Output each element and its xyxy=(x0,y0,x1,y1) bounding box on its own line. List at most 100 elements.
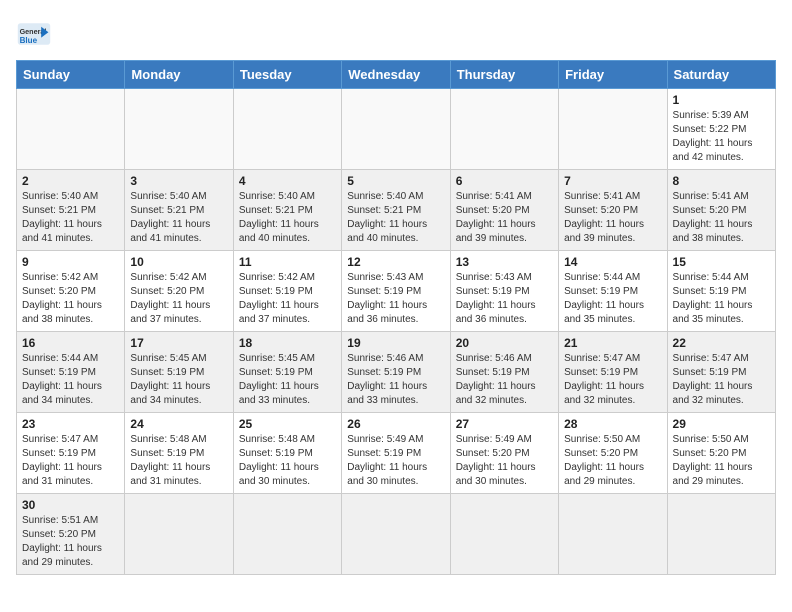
day-info: Sunrise: 5:46 AM Sunset: 5:19 PM Dayligh… xyxy=(456,352,553,408)
day-number: 8 xyxy=(673,174,770,188)
calendar-cell: 22Sunrise: 5:47 AM Sunset: 5:19 PM Dayli… xyxy=(667,332,775,413)
day-header-sunday: Sunday xyxy=(17,61,125,89)
day-info: Sunrise: 5:47 AM Sunset: 5:19 PM Dayligh… xyxy=(22,433,119,489)
day-info: Sunrise: 5:47 AM Sunset: 5:19 PM Dayligh… xyxy=(564,352,661,408)
calendar-table: SundayMondayTuesdayWednesdayThursdayFrid… xyxy=(16,60,776,575)
day-info: Sunrise: 5:49 AM Sunset: 5:20 PM Dayligh… xyxy=(456,433,553,489)
day-number: 5 xyxy=(347,174,444,188)
calendar-cell: 26Sunrise: 5:49 AM Sunset: 5:19 PM Dayli… xyxy=(342,413,450,494)
day-info: Sunrise: 5:40 AM Sunset: 5:21 PM Dayligh… xyxy=(130,190,227,246)
calendar-cell: 8Sunrise: 5:41 AM Sunset: 5:20 PM Daylig… xyxy=(667,170,775,251)
day-number: 10 xyxy=(130,255,227,269)
calendar-week-row: 2 Sunrise: 5:40 AM Sunset: 5:21 PM Daylig… xyxy=(17,170,776,251)
day-number: 4 xyxy=(239,174,336,188)
calendar-cell: 17 Sunrise: 5:45 AM Sunset: 5:19 PM Dayli… xyxy=(125,332,233,413)
day-info: Sunrise: 5:48 AM Sunset: 5:19 PM Dayligh… xyxy=(239,433,336,489)
day-info: Sunrise: 5:46 AM Sunset: 5:19 PM Dayligh… xyxy=(347,352,444,408)
day-number: 13 xyxy=(456,255,553,269)
svg-text:Blue: Blue xyxy=(20,36,38,45)
calendar-cell: 28 Sunrise: 5:50 AM Sunset: 5:20 PM Dayli… xyxy=(559,413,667,494)
day-info: Sunrise: 5:45 AM Sunset: 5:19 PM Dayligh… xyxy=(239,352,336,408)
calendar-cell xyxy=(125,494,233,575)
calendar-cell: 29 Sunrise: 5:50 AM Sunset: 5:20 PM Dayli… xyxy=(667,413,775,494)
calendar-cell xyxy=(342,494,450,575)
day-header-saturday: Saturday xyxy=(667,61,775,89)
calendar-cell: 10 Sunrise: 5:42 AM Sunset: 5:20 PM Dayli… xyxy=(125,251,233,332)
day-info: Sunrise: 5:49 AM Sunset: 5:19 PM Dayligh… xyxy=(347,433,444,489)
day-info: Sunrise: 5:47 AM Sunset: 5:19 PM Dayligh… xyxy=(673,352,770,408)
calendar-cell: 19 Sunrise: 5:46 AM Sunset: 5:19 PM Dayli… xyxy=(342,332,450,413)
calendar-cell: 11 Sunrise: 5:42 AM Sunset: 5:19 PM Dayli… xyxy=(233,251,341,332)
calendar-cell: 7Sunrise: 5:41 AM Sunset: 5:20 PM Daylig… xyxy=(559,170,667,251)
calendar-cell xyxy=(342,89,450,170)
page-header: General Blue xyxy=(16,16,776,52)
day-header-tuesday: Tuesday xyxy=(233,61,341,89)
calendar-cell: 23 Sunrise: 5:47 AM Sunset: 5:19 PM Dayli… xyxy=(17,413,125,494)
calendar-cell: 5 Sunrise: 5:40 AM Sunset: 5:21 PM Daylig… xyxy=(342,170,450,251)
day-number: 6 xyxy=(456,174,553,188)
day-header-thursday: Thursday xyxy=(450,61,558,89)
calendar-cell xyxy=(559,494,667,575)
calendar-cell: 20Sunrise: 5:46 AM Sunset: 5:19 PM Dayli… xyxy=(450,332,558,413)
calendar-cell: 25Sunrise: 5:48 AM Sunset: 5:19 PM Dayli… xyxy=(233,413,341,494)
day-number: 2 xyxy=(22,174,119,188)
calendar-cell xyxy=(450,89,558,170)
calendar-cell: 6 Sunrise: 5:41 AM Sunset: 5:20 PM Daylig… xyxy=(450,170,558,251)
day-info: Sunrise: 5:42 AM Sunset: 5:19 PM Dayligh… xyxy=(239,271,336,327)
calendar-cell: 13 Sunrise: 5:43 AM Sunset: 5:19 PM Dayli… xyxy=(450,251,558,332)
calendar-cell: 4 Sunrise: 5:40 AM Sunset: 5:21 PM Daylig… xyxy=(233,170,341,251)
day-number: 3 xyxy=(130,174,227,188)
logo-icon: General Blue xyxy=(16,16,52,52)
calendar-cell xyxy=(125,89,233,170)
day-info: Sunrise: 5:42 AM Sunset: 5:20 PM Dayligh… xyxy=(22,271,119,327)
day-number: 28 xyxy=(564,417,661,431)
day-info: Sunrise: 5:41 AM Sunset: 5:20 PM Dayligh… xyxy=(456,190,553,246)
day-info: Sunrise: 5:44 AM Sunset: 5:19 PM Dayligh… xyxy=(22,352,119,408)
calendar-week-row: 16 Sunrise: 5:44 AM Sunset: 5:19 PM Dayli… xyxy=(17,332,776,413)
day-info: Sunrise: 5:44 AM Sunset: 5:19 PM Dayligh… xyxy=(564,271,661,327)
day-info: Sunrise: 5:42 AM Sunset: 5:20 PM Dayligh… xyxy=(130,271,227,327)
day-header-friday: Friday xyxy=(559,61,667,89)
calendar-week-row: 1Sunrise: 5:39 AM Sunset: 5:22 PM Daylig… xyxy=(17,89,776,170)
day-info: Sunrise: 5:40 AM Sunset: 5:21 PM Dayligh… xyxy=(239,190,336,246)
day-info: Sunrise: 5:43 AM Sunset: 5:19 PM Dayligh… xyxy=(456,271,553,327)
calendar-cell xyxy=(233,494,341,575)
calendar-week-row: 30Sunrise: 5:51 AM Sunset: 5:20 PM Dayli… xyxy=(17,494,776,575)
calendar-cell: 3 Sunrise: 5:40 AM Sunset: 5:21 PM Daylig… xyxy=(125,170,233,251)
day-number: 27 xyxy=(456,417,553,431)
day-info: Sunrise: 5:45 AM Sunset: 5:19 PM Dayligh… xyxy=(130,352,227,408)
day-info: Sunrise: 5:43 AM Sunset: 5:19 PM Dayligh… xyxy=(347,271,444,327)
logo: General Blue xyxy=(16,16,58,52)
day-number: 14 xyxy=(564,255,661,269)
day-info: Sunrise: 5:40 AM Sunset: 5:21 PM Dayligh… xyxy=(347,190,444,246)
day-number: 11 xyxy=(239,255,336,269)
day-number: 29 xyxy=(673,417,770,431)
calendar-cell: 21Sunrise: 5:47 AM Sunset: 5:19 PM Dayli… xyxy=(559,332,667,413)
day-number: 17 xyxy=(130,336,227,350)
day-info: Sunrise: 5:44 AM Sunset: 5:19 PM Dayligh… xyxy=(673,271,770,327)
day-number: 12 xyxy=(347,255,444,269)
calendar-cell: 1Sunrise: 5:39 AM Sunset: 5:22 PM Daylig… xyxy=(667,89,775,170)
calendar-week-row: 23 Sunrise: 5:47 AM Sunset: 5:19 PM Dayli… xyxy=(17,413,776,494)
calendar-cell: 14 Sunrise: 5:44 AM Sunset: 5:19 PM Dayli… xyxy=(559,251,667,332)
calendar-cell: 18Sunrise: 5:45 AM Sunset: 5:19 PM Dayli… xyxy=(233,332,341,413)
day-header-wednesday: Wednesday xyxy=(342,61,450,89)
calendar-cell: 12 Sunrise: 5:43 AM Sunset: 5:19 PM Dayli… xyxy=(342,251,450,332)
day-number: 16 xyxy=(22,336,119,350)
calendar-cell: 30Sunrise: 5:51 AM Sunset: 5:20 PM Dayli… xyxy=(17,494,125,575)
day-info: Sunrise: 5:50 AM Sunset: 5:20 PM Dayligh… xyxy=(673,433,770,489)
day-number: 23 xyxy=(22,417,119,431)
calendar-cell: 27 Sunrise: 5:49 AM Sunset: 5:20 PM Dayli… xyxy=(450,413,558,494)
day-number: 15 xyxy=(673,255,770,269)
day-info: Sunrise: 5:48 AM Sunset: 5:19 PM Dayligh… xyxy=(130,433,227,489)
day-number: 19 xyxy=(347,336,444,350)
day-info: Sunrise: 5:40 AM Sunset: 5:21 PM Dayligh… xyxy=(22,190,119,246)
calendar-cell xyxy=(559,89,667,170)
day-info: Sunrise: 5:41 AM Sunset: 5:20 PM Dayligh… xyxy=(564,190,661,246)
day-number: 9 xyxy=(22,255,119,269)
day-number: 24 xyxy=(130,417,227,431)
day-number: 1 xyxy=(673,93,770,107)
calendar-cell: 9 Sunrise: 5:42 AM Sunset: 5:20 PM Daylig… xyxy=(17,251,125,332)
day-info: Sunrise: 5:50 AM Sunset: 5:20 PM Dayligh… xyxy=(564,433,661,489)
calendar-cell xyxy=(17,89,125,170)
